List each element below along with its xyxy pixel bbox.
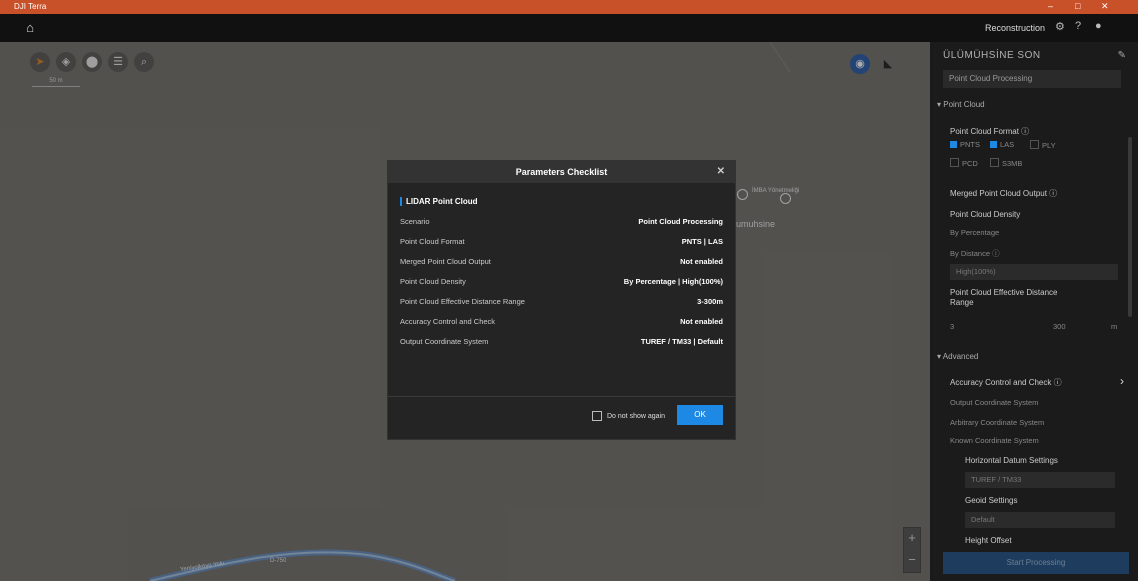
row-key: Merged Point Cloud Output: [400, 257, 491, 266]
dont-show-checkbox[interactable]: [592, 411, 602, 421]
start-processing-button[interactable]: Start Processing: [943, 552, 1129, 574]
density-label: Point Cloud Density: [950, 210, 1021, 219]
minimize-button[interactable]: –: [1048, 1, 1053, 11]
format-option-pnts[interactable]: PNTS: [950, 140, 980, 149]
title-bar: DJI Terra – □ ✕: [0, 0, 1138, 14]
merged-output-label: Merged Point Cloud Output ⓘ: [950, 189, 1058, 198]
checklist-row: Point Cloud Effective Distance Range 3-3…: [400, 292, 723, 312]
chevron-right-icon[interactable]: ›: [1120, 374, 1124, 388]
settings-panel: ÜLÜMÜHSİNE SON ✎ Point Cloud Processing …: [933, 42, 1138, 581]
mission-title: ÜLÜMÜHSİNE SON: [943, 50, 1041, 61]
close-window-button[interactable]: ✕: [1101, 1, 1109, 12]
density-by-distance[interactable]: By Distance ⓘ: [950, 248, 1000, 259]
section-title: LIDAR Point Cloud: [400, 197, 735, 206]
row-key: Point Cloud Effective Distance Range: [400, 297, 525, 306]
checklist-row: Merged Point Cloud Output Not enabled: [400, 252, 723, 272]
horizontal-datum-select[interactable]: TUREF / TM33: [965, 472, 1115, 488]
row-key: Point Cloud Format: [400, 237, 465, 246]
range-unit: m: [1111, 322, 1118, 331]
output-cs-label: Output Coordinate System: [950, 398, 1039, 407]
dont-show-again[interactable]: Do not show again: [592, 411, 665, 421]
row-key: Point Cloud Density: [400, 277, 466, 286]
geoid-select[interactable]: Default: [965, 512, 1115, 528]
density-select[interactable]: High(100%): [950, 264, 1118, 280]
format-option-ply[interactable]: PLY: [1030, 140, 1056, 150]
checkbox-icon: [990, 158, 999, 167]
row-key: Scenario: [400, 217, 430, 226]
arbitrary-cs-option[interactable]: Arbitrary Coordinate System: [950, 418, 1044, 427]
format-option-las[interactable]: LAS: [990, 140, 1014, 149]
checkbox-icon: [990, 141, 997, 148]
account-icon[interactable]: ●: [1095, 20, 1102, 32]
parameters-checklist-dialog: Parameters Checklist ✕ LIDAR Point Cloud…: [388, 161, 735, 439]
app-title: DJI Terra: [14, 2, 47, 11]
checklist-row: Accuracy Control and Check Not enabled: [400, 312, 723, 332]
settings-icon[interactable]: ⚙: [1055, 20, 1065, 33]
height-offset-label: Height Offset: [965, 536, 1012, 545]
help-icon[interactable]: ?: [1075, 20, 1081, 32]
format-option-s3mb[interactable]: S3MB: [990, 158, 1022, 168]
checklist-row: Point Cloud Density By Percentage | High…: [400, 272, 723, 292]
home-icon[interactable]: ⌂: [22, 20, 38, 36]
row-value: 3-300m: [697, 297, 723, 306]
known-cs-option[interactable]: Known Coordinate System: [950, 436, 1039, 445]
row-value: Not enabled: [680, 317, 723, 326]
checkbox-icon: [950, 158, 959, 167]
checkbox-icon: [950, 141, 957, 148]
panel-scrollbar[interactable]: [1128, 137, 1132, 317]
row-value: Point Cloud Processing: [638, 217, 723, 226]
row-key: Output Coordinate System: [400, 337, 489, 346]
dialog-header: Parameters Checklist ✕: [388, 161, 735, 183]
accuracy-label: Accuracy Control and Check ⓘ: [950, 378, 1062, 387]
mode-label: Reconstruction: [985, 23, 1046, 33]
ok-button[interactable]: OK: [677, 405, 723, 425]
range-min[interactable]: 3: [950, 322, 954, 331]
dont-show-label: Do not show again: [607, 412, 665, 420]
geoid-label: Geoid Settings: [965, 496, 1018, 505]
checkbox-icon: [1030, 140, 1039, 149]
top-bar: ⌂ Reconstruction ⚙ ? ●: [0, 14, 1138, 42]
row-value: TUREF / TM33 | Default: [640, 337, 723, 346]
point-cloud-header[interactable]: ▾ Point Cloud: [937, 100, 985, 109]
row-key: Accuracy Control and Check: [400, 317, 496, 326]
scenario-select[interactable]: Point Cloud Processing: [943, 70, 1121, 88]
row-value: By Percentage | High(100%): [623, 277, 723, 286]
checklist-row: Point Cloud Format PNTS | LAS: [400, 232, 723, 252]
format-option-pcd[interactable]: PCD: [950, 158, 978, 168]
checklist-row: Scenario Point Cloud Processing: [400, 212, 723, 232]
advanced-header[interactable]: ▾ Advanced: [937, 352, 978, 361]
row-value: Not enabled: [680, 257, 723, 266]
maximize-button[interactable]: □: [1075, 1, 1080, 11]
format-label: Point Cloud Format ⓘ: [950, 127, 1030, 136]
dialog-footer: Do not show again OK: [388, 396, 735, 439]
range-label: Point Cloud Effective Distance Range: [950, 288, 1058, 307]
dialog-title: Parameters Checklist: [515, 167, 608, 177]
horizontal-datum-label: Horizontal Datum Settings: [965, 456, 1058, 465]
edit-icon[interactable]: ✎: [1118, 50, 1126, 61]
checklist-row: Output Coordinate System TUREF / TM33 | …: [400, 332, 723, 352]
row-value: PNTS | LAS: [681, 237, 723, 246]
close-icon[interactable]: ✕: [717, 161, 725, 183]
range-max[interactable]: 300: [1053, 322, 1066, 331]
density-by-percentage[interactable]: By Percentage: [950, 228, 999, 237]
